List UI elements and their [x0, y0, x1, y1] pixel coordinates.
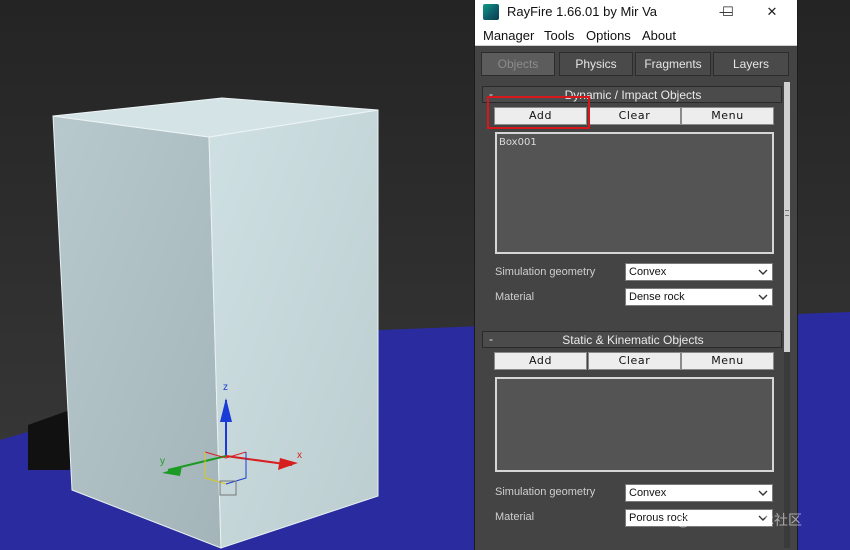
scrollbar-thumb[interactable] — [784, 82, 790, 352]
title-bar[interactable]: RayFire 1.66.01 by Mir Va — ☐ ✕ — [475, 0, 797, 24]
dynamic-objects-list[interactable]: Box001 — [495, 132, 774, 254]
select-value: Convex — [629, 266, 667, 278]
static-rollout-header[interactable]: - Static & Kinematic Objects — [482, 331, 782, 348]
add-button-highlight — [487, 96, 590, 129]
dynamic-menu-button[interactable]: Menu — [681, 107, 774, 125]
tab-bar: Objects Physics Fragments Layers — [481, 52, 791, 76]
tab-physics[interactable]: Physics — [559, 52, 633, 76]
static-objects-list[interactable] — [495, 377, 774, 472]
rayfire-window: RayFire 1.66.01 by Mir Va — ☐ ✕ Manager … — [474, 0, 798, 550]
scrollbar-grip-icon — [785, 210, 789, 216]
chevron-down-icon — [758, 294, 768, 300]
menu-manager[interactable]: Manager — [483, 28, 534, 43]
rayfire-app-icon — [483, 4, 499, 20]
tab-layers[interactable]: Layers — [713, 52, 789, 76]
menu-options[interactable]: Options — [586, 28, 631, 43]
box-side-face — [208, 109, 379, 549]
static-clear-button[interactable]: Clear — [588, 352, 681, 370]
menu-about[interactable]: About — [642, 28, 676, 43]
dynamic-sim-geometry-select[interactable]: Convex — [625, 263, 773, 281]
list-item[interactable]: Box001 — [499, 137, 537, 148]
select-value: Convex — [629, 487, 667, 499]
select-value: Dense rock — [629, 291, 685, 303]
dynamic-sim-geometry-label: Simulation geometry — [495, 266, 596, 278]
watermark: @稀土掘金技术社区 — [676, 513, 802, 529]
close-button[interactable]: ✕ — [761, 2, 783, 22]
menu-tools[interactable]: Tools — [544, 28, 574, 43]
z-axis-label: z — [223, 382, 228, 393]
static-sim-geometry-label: Simulation geometry — [495, 486, 596, 498]
static-menu-button[interactable]: Menu — [681, 352, 774, 370]
x-axis-label: x — [297, 450, 302, 461]
dynamic-clear-button[interactable]: Clear — [588, 107, 681, 125]
maximize-button[interactable]: ☐ — [717, 2, 739, 22]
y-axis-label: y — [160, 456, 165, 467]
dynamic-material-label: Material — [495, 291, 535, 303]
chevron-down-icon — [758, 490, 768, 496]
dynamic-material-select[interactable]: Dense rock — [625, 288, 773, 306]
box-front-face — [52, 115, 222, 549]
static-add-button[interactable]: Add — [494, 352, 587, 370]
tab-fragments[interactable]: Fragments — [635, 52, 711, 76]
static-material-label: Material — [495, 511, 535, 523]
tab-objects[interactable]: Objects — [481, 52, 555, 76]
static-sim-geometry-select[interactable]: Convex — [625, 484, 773, 502]
static-rollout-title: Static & Kinematic Objects — [562, 333, 704, 347]
menu-bar: Manager Tools Options About — [475, 24, 797, 46]
window-title: RayFire 1.66.01 by Mir Va — [507, 4, 658, 19]
chevron-down-icon — [758, 269, 768, 275]
